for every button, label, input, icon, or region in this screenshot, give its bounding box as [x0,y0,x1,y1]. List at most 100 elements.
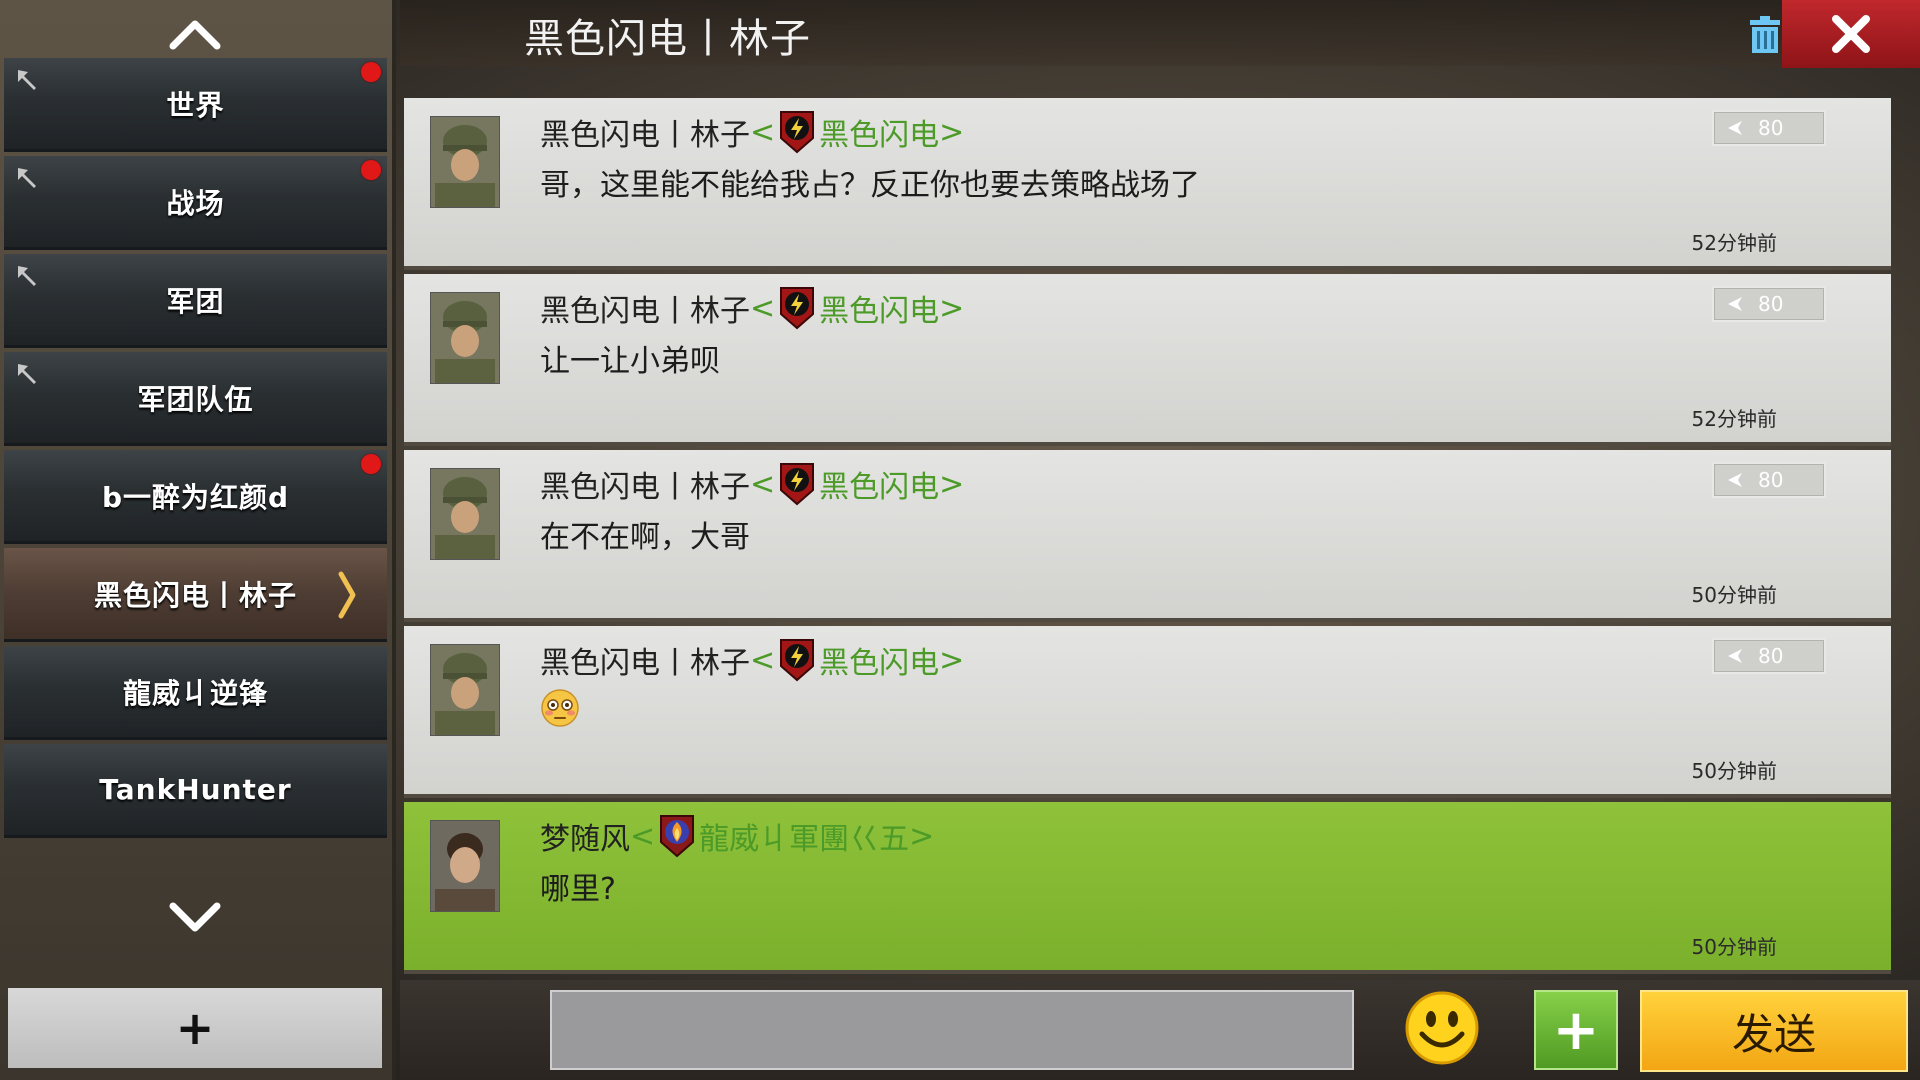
guild-name[interactable]: 黑色闪电 [819,286,939,330]
sender-line: 梦随风 < 龍威丩軍團巜五 > [540,812,934,860]
sidebar-divider [392,0,396,1080]
guild-badge-icon [780,463,815,506]
rank-arrow-icon [1728,473,1742,487]
sender-line: 黑色闪电丨林子 < 黑色闪电 > [540,636,964,684]
close-icon [1832,15,1870,53]
unread-dot [361,160,381,180]
scroll-down-button[interactable] [165,898,225,938]
bracket-close: > [939,114,965,150]
sender-name[interactable]: 黑色闪电丨林子 [540,462,750,506]
bracket-open: < [750,114,776,150]
smiley-icon[interactable] [1404,990,1480,1066]
level-value: 80 [1758,292,1784,316]
avatar[interactable] [430,292,500,384]
unread-dot [361,62,381,82]
tab-legion[interactable]: 军团 [4,254,387,348]
chevron-right-icon [338,571,356,619]
level-tag: 80 [1712,110,1826,146]
avatar[interactable] [430,644,500,736]
level-tag: 80 [1712,638,1826,674]
tab-label: 军团队伍 [137,382,254,416]
bracket-open: < [750,290,776,326]
timestamp: 52分钟前 [1691,231,1777,255]
level-tag: 80 [1712,286,1826,322]
level-value: 80 [1758,116,1784,140]
scroll-up-button[interactable] [165,14,225,54]
tab-label: 军团 [166,284,225,318]
sender-name[interactable]: 黑色闪电丨林子 [540,286,750,330]
sender-name[interactable]: 黑色闪电丨林子 [540,110,750,154]
tab-private-chat[interactable]: TankHunter [4,744,387,838]
bracket-close: > [939,642,965,678]
tab-private-chat[interactable]: 龍威丩逆锋 [4,646,387,740]
sender-line: 黑色闪电丨林子 < 黑色闪电 > [540,108,964,156]
pin-icon[interactable] [14,262,44,292]
pin-icon[interactable] [14,164,44,194]
sender-line: 黑色闪电丨林子 < 黑色闪电 > [540,460,964,508]
tab-private-chat[interactable]: b一醉为红颜d [4,450,387,544]
guild-name[interactable]: 黑色闪电 [819,110,939,154]
chat-message: 黑色闪电丨林子 < 黑色闪电 > 让一让小弟呗 80 52分钟前 [404,274,1891,442]
guild-badge-icon [780,287,815,330]
chat-message: 黑色闪电丨林子 < 黑色闪电 > 80 50分钟前 [404,626,1891,794]
send-label: 发送 [1731,1009,1816,1059]
guild-name[interactable]: 黑色闪电 [819,462,939,506]
message-text: 让一让小弟呗 [540,344,720,379]
bracket-open: < [750,642,776,678]
sender-line: 黑色闪电丨林子 < 黑色闪电 > [540,284,964,332]
add-channel-button[interactable]: + [8,988,382,1068]
timestamp: 50分钟前 [1691,935,1777,959]
pin-icon[interactable] [14,66,44,96]
send-button[interactable]: 发送 [1640,990,1908,1072]
tab-battlefield[interactable]: 战场 [4,156,387,250]
tab-world[interactable]: 世界 [4,58,387,152]
sender-name[interactable]: 梦随风 [540,814,630,858]
chat-title: 黑色闪电丨林子 [524,16,811,62]
guild-badge-icon [780,111,815,154]
chat-header: 黑色闪电丨林子 [400,0,1920,66]
tab-label: 世界 [166,88,225,122]
tab-legion-team[interactable]: 军团队伍 [4,352,387,446]
rank-arrow-icon [1728,121,1742,135]
bracket-open: < [630,818,656,854]
avatar[interactable] [430,116,500,208]
chat-message: 黑色闪电丨林子 < 黑色闪电 > 在不在啊，大哥 80 50分钟前 [404,450,1891,618]
guild-badge-icon [780,639,815,682]
chevron-down-icon [169,902,221,932]
plus-label: + [1552,997,1600,1063]
chat-message-own: 梦随风 < 龍威丩軍團巜五 > 哪里? 50分钟前 [404,802,1891,970]
bracket-close: > [909,818,935,854]
tab-label: 战场 [166,186,225,220]
unread-dot [361,454,381,474]
guild-name[interactable]: 黑色闪电 [819,638,939,682]
timestamp: 52分钟前 [1691,407,1777,431]
add-label: + [175,1001,215,1055]
avatar[interactable] [430,468,500,560]
message-text: 哥，这里能不能给我占？反正你也要去策略战场了 [540,168,1200,203]
rank-arrow-icon [1728,649,1742,663]
level-value: 80 [1758,644,1784,668]
message-text: 在不在啊，大哥 [540,520,750,555]
guild-name[interactable]: 龍威丩軍團巜五 [699,814,909,858]
guild-badge-icon [660,815,695,858]
bracket-open: < [750,466,776,502]
bracket-close: > [939,290,965,326]
tab-label: 龍威丩逆锋 [122,676,268,710]
timestamp: 50分钟前 [1691,759,1777,783]
trash-icon[interactable] [1744,14,1786,56]
tab-label: 黑色闪电丨林子 [93,578,297,612]
message-input[interactable] [550,990,1354,1070]
level-value: 80 [1758,468,1784,492]
close-button[interactable] [1782,0,1920,68]
sender-name[interactable]: 黑色闪电丨林子 [540,638,750,682]
message-text: 哪里? [540,872,616,907]
bracket-close: > [939,466,965,502]
tab-label: TankHunter [99,773,292,806]
pin-icon[interactable] [14,360,44,390]
tab-private-chat-selected[interactable]: 黑色闪电丨林子 [4,548,387,642]
attach-button[interactable]: + [1534,990,1618,1070]
flushed-face-emoji-icon [541,689,579,727]
timestamp: 50分钟前 [1691,583,1777,607]
avatar[interactable] [430,820,500,912]
level-tag: 80 [1712,462,1826,498]
